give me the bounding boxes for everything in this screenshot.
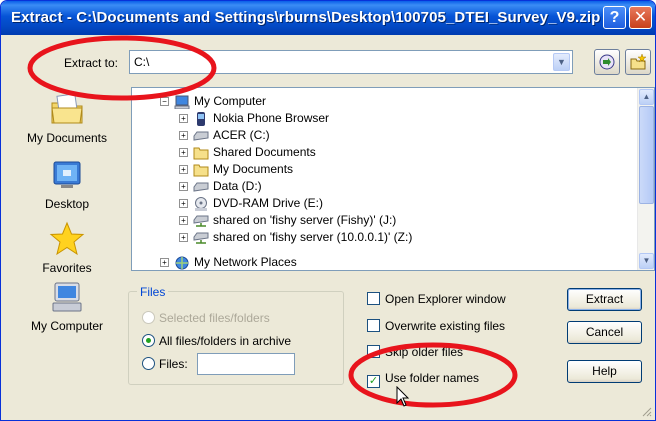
places-bar: My Documents Desktop Favorites My Comput… — [11, 87, 123, 377]
tree-item-my-network-places[interactable]: + My Network Places — [160, 254, 297, 270]
extract-button[interactable]: Extract — [567, 288, 642, 311]
extract-to-combobox[interactable]: C:\ ▼ — [129, 50, 573, 74]
scroll-up-icon[interactable]: ▲ — [639, 89, 654, 105]
my-computer-icon — [52, 282, 82, 312]
hard-drive-icon — [193, 131, 209, 141]
folder-icon — [193, 164, 209, 177]
tree-item-my-computer[interactable]: − My Computer — [160, 93, 266, 109]
chevron-down-icon[interactable]: ▼ — [553, 53, 570, 71]
checkbox-label: Use folder names — [385, 371, 480, 385]
tree-item[interactable]: + Nokia Phone Browser — [179, 110, 329, 126]
my-computer-icon — [174, 95, 190, 109]
scroll-thumb[interactable] — [639, 106, 654, 204]
scroll-down-icon[interactable]: ▼ — [639, 253, 654, 269]
my-documents-icon — [51, 93, 83, 124]
expand-icon[interactable]: + — [179, 114, 188, 124]
checkbox-icon[interactable] — [367, 292, 380, 305]
checkbox-icon[interactable] — [367, 345, 380, 358]
tree-scrollbar[interactable]: ▲ ▼ — [637, 88, 654, 270]
browse-folder-button[interactable] — [594, 49, 620, 75]
checkbox-label: Open Explorer window — [385, 292, 506, 306]
tree-label: My Network Places — [194, 255, 297, 269]
checkbox-use-folder-names[interactable]: ✓ Use folder names — [367, 371, 479, 388]
extract-dialog: Extract - C:\Documents and Settings\rbur… — [0, 0, 656, 421]
files-input[interactable] — [197, 353, 295, 375]
tree-item[interactable]: + My Documents — [179, 161, 293, 177]
checkbox-overwrite[interactable]: Overwrite existing files — [367, 319, 505, 333]
expand-icon[interactable]: + — [179, 165, 188, 175]
tree-label: ACER (C:) — [213, 128, 270, 142]
checkbox-open-explorer[interactable]: Open Explorer window — [367, 292, 506, 306]
radio-files[interactable]: Files: — [142, 357, 188, 371]
files-group-legend: Files — [137, 285, 169, 299]
tree-item[interactable]: + Shared Documents — [179, 144, 316, 160]
phone-icon — [197, 111, 205, 126]
tree-item[interactable]: + Data (D:) — [179, 178, 262, 194]
checkbox-label: Overwrite existing files — [385, 319, 506, 333]
place-label: Favorites — [42, 261, 92, 275]
expand-icon[interactable]: + — [179, 182, 188, 192]
extract-to-label: Extract to: — [64, 56, 119, 70]
tree-label: Data (D:) — [213, 179, 262, 193]
folder-icon — [193, 147, 209, 160]
expand-icon[interactable]: + — [179, 148, 188, 158]
checkbox-skip-older[interactable]: Skip older files — [367, 345, 463, 359]
folder-arrow-icon — [599, 54, 615, 70]
tree-label: shared on 'fishy server (10.0.0.1)' (Z:) — [213, 230, 413, 244]
extract-to-value[interactable]: C:\ — [134, 55, 149, 69]
desktop-icon — [53, 161, 81, 188]
dvd-drive-icon — [195, 196, 207, 211]
help-button[interactable]: Help — [567, 360, 642, 383]
resize-grip-icon[interactable] — [642, 407, 652, 417]
place-label: Desktop — [44, 197, 90, 211]
tree-label: Nokia Phone Browser — [213, 111, 330, 125]
network-drive-icon — [193, 232, 209, 244]
radio-button-icon[interactable] — [142, 334, 155, 347]
new-folder-icon — [630, 53, 647, 70]
place-label: My Computer — [30, 319, 104, 333]
title-help-button[interactable]: ? — [603, 6, 626, 29]
radio-button-icon[interactable] — [142, 357, 155, 370]
checkbox-icon[interactable] — [367, 319, 380, 332]
expand-icon[interactable]: + — [160, 258, 169, 268]
tree-label: DVD-RAM Drive (E:) — [213, 196, 323, 210]
radio-label: All files/folders in archive — [159, 334, 292, 348]
tree-label: My Documents — [213, 162, 294, 176]
hard-drive-icon — [193, 182, 209, 192]
tree-item[interactable]: + DVD-RAM Drive (E:) — [179, 195, 323, 211]
checkbox-check-icon[interactable]: ✓ — [367, 375, 380, 388]
favorites-star-icon — [49, 221, 85, 256]
tree-item[interactable]: + ACER (C:) — [179, 127, 270, 143]
radio-button-icon[interactable] — [142, 311, 155, 324]
place-my-documents[interactable]: My Documents — [11, 91, 123, 145]
network-places-icon — [175, 256, 189, 270]
expand-icon[interactable]: + — [179, 131, 188, 141]
folder-tree[interactable]: − My Computer + Nokia Phone Browser + ACER … — [131, 87, 655, 271]
cancel-button[interactable]: Cancel — [567, 321, 642, 344]
place-my-computer[interactable]: My Computer — [11, 279, 123, 333]
tree-label: shared on 'fishy server (Fishy)' (J:) — [213, 213, 397, 227]
radio-label: Files: — [159, 357, 188, 371]
tree-label: My Computer — [194, 94, 267, 108]
network-drive-icon — [193, 215, 209, 227]
collapse-icon[interactable]: − — [160, 97, 169, 107]
place-desktop[interactable]: Desktop — [11, 157, 123, 211]
window-title: Extract - C:\Documents and Settings\rbur… — [11, 9, 601, 26]
expand-icon[interactable]: + — [179, 233, 188, 243]
radio-selected-files[interactable]: Selected files/folders — [142, 311, 270, 325]
tree-item[interactable]: + shared on 'fishy server (Fishy)' (J:) — [179, 212, 396, 228]
place-favorites[interactable]: Favorites — [11, 221, 123, 275]
tree-item[interactable]: + shared on 'fishy server (10.0.0.1)' (Z:… — [179, 229, 412, 245]
expand-icon[interactable]: + — [179, 216, 188, 226]
close-button[interactable]: ✕ — [629, 6, 652, 29]
tree-label: Shared Documents — [213, 145, 316, 159]
checkbox-label: Skip older files — [385, 345, 464, 359]
new-folder-button[interactable] — [625, 49, 651, 75]
radio-label: Selected files/folders — [159, 311, 270, 325]
place-label: My Documents — [26, 131, 108, 145]
expand-icon[interactable]: + — [179, 199, 188, 209]
radio-all-files[interactable]: All files/folders in archive — [142, 334, 291, 348]
title-bar[interactable]: Extract - C:\Documents and Settings\rbur… — [1, 1, 655, 35]
